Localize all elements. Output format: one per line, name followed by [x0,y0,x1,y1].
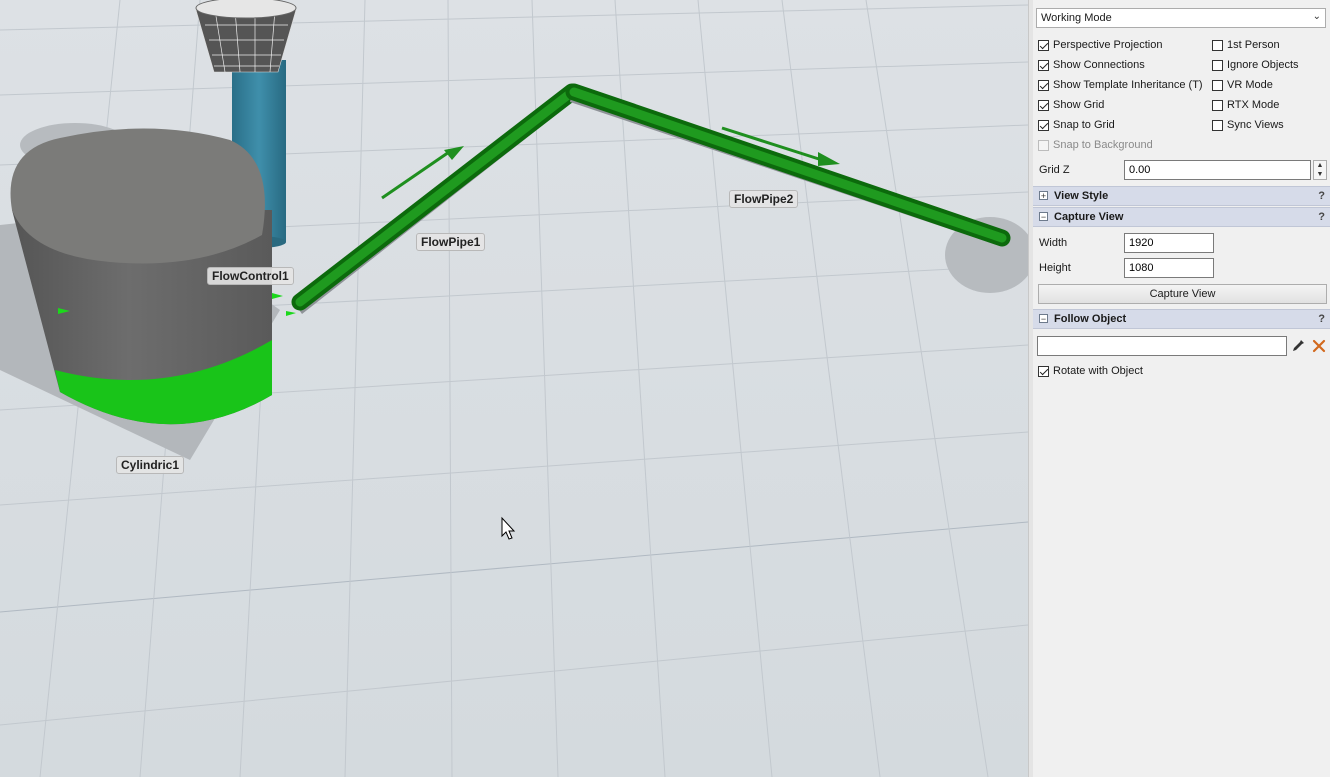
checkbox-snap-to-grid[interactable]: Snap to Grid [1038,118,1115,132]
checkbox-sync-views[interactable]: Sync Views [1212,118,1284,132]
collapse-icon[interactable]: − [1039,314,1048,324]
label-flowcontrol1[interactable]: FlowControl1 [207,267,294,285]
grid-z-spinner[interactable]: ▲ ▼ [1313,160,1327,180]
checkbox-vr-mode[interactable]: VR Mode [1212,78,1273,92]
checkbox-rotate-with-object[interactable]: Rotate with Object [1038,364,1143,378]
chevron-down-icon: ⌄ [1312,11,1321,22]
capture-width-input[interactable] [1124,233,1214,253]
checkbox-label: Rotate with Object [1053,365,1143,377]
label-flowpipe1[interactable]: FlowPipe1 [416,233,486,251]
section-view-style[interactable]: + View Style ? [1033,186,1330,206]
help-icon[interactable]: ? [1318,211,1325,223]
checkbox-label: Show Connections [1053,59,1145,71]
grid-z-input[interactable] [1124,160,1311,180]
section-title: Capture View [1054,211,1124,223]
checkbox-label: VR Mode [1227,79,1273,91]
checkbox-box[interactable] [1038,99,1049,111]
checkbox-box[interactable] [1038,365,1049,377]
checkbox-box [1038,139,1049,151]
capture-width-label: Width [1039,237,1068,249]
checkbox-label: Snap to Background [1053,139,1153,151]
checkbox-label: Show Grid [1053,99,1105,111]
checkbox-label: Ignore Objects [1227,59,1299,71]
checkbox-show-grid[interactable]: Show Grid [1038,98,1104,112]
checkbox-box[interactable] [1212,79,1223,91]
capture-height-input[interactable] [1124,258,1214,278]
checkbox-box[interactable] [1212,59,1223,71]
checkbox-label: Show Template Inheritance (T) [1053,79,1203,91]
section-title: View Style [1054,190,1109,202]
help-icon[interactable]: ? [1318,190,1325,202]
checkbox-label: Perspective Projection [1053,39,1163,51]
label-flowpipe2[interactable]: FlowPipe2 [729,190,799,208]
section-follow-object[interactable]: − Follow Object ? [1033,309,1330,329]
checkbox-box[interactable] [1212,39,1223,51]
checkbox-box[interactable] [1212,99,1223,111]
help-icon[interactable]: ? [1318,313,1325,325]
checkbox-box[interactable] [1038,39,1049,51]
view-properties-panel: Working Mode ⌄ Perspective Projection Sh… [1033,0,1330,777]
3d-viewport[interactable]: FlowPipe1 FlowPipe2 FlowControl1 Cylindr… [0,0,1028,777]
checkbox-rtx-mode[interactable]: RTX Mode [1212,98,1279,112]
checkbox-box[interactable] [1038,59,1049,71]
capture-height-label: Height [1039,262,1071,274]
checkbox-perspective-projection[interactable]: Perspective Projection [1038,38,1162,52]
section-capture-view[interactable]: − Capture View ? [1033,207,1330,227]
checkbox-label: Snap to Grid [1053,119,1115,131]
checkbox-box[interactable] [1038,79,1049,91]
checkbox-show-connections[interactable]: Show Connections [1038,58,1145,72]
checkbox-1st-person[interactable]: 1st Person [1212,38,1280,52]
spin-down-icon[interactable]: ▼ [1314,170,1326,179]
clear-icon[interactable] [1311,338,1327,354]
eyedropper-icon[interactable] [1290,338,1306,354]
collapse-icon[interactable]: − [1039,212,1048,222]
follow-object-input[interactable] [1037,336,1287,356]
checkbox-label: RTX Mode [1227,99,1280,111]
checkbox-ignore-objects[interactable]: Ignore Objects [1212,58,1299,72]
scene-canvas[interactable] [0,0,1028,777]
section-title: Follow Object [1054,313,1127,325]
mode-dropdown[interactable]: Working Mode ⌄ [1036,8,1326,28]
checkbox-show-template-inheritance[interactable]: Show Template Inheritance (T) [1038,78,1203,92]
checkbox-label: 1st Person [1227,39,1280,51]
grid-z-label: Grid Z [1039,164,1070,176]
checkbox-box[interactable] [1212,119,1223,131]
capture-view-button[interactable]: Capture View [1038,284,1327,304]
spin-up-icon[interactable]: ▲ [1314,161,1326,170]
checkbox-box[interactable] [1038,119,1049,131]
checkbox-snap-to-background: Snap to Background [1038,138,1153,152]
expand-icon[interactable]: + [1039,191,1048,201]
checkbox-label: Sync Views [1227,119,1284,131]
label-cylindric1[interactable]: Cylindric1 [116,456,185,474]
mode-dropdown-value: Working Mode [1041,12,1112,24]
